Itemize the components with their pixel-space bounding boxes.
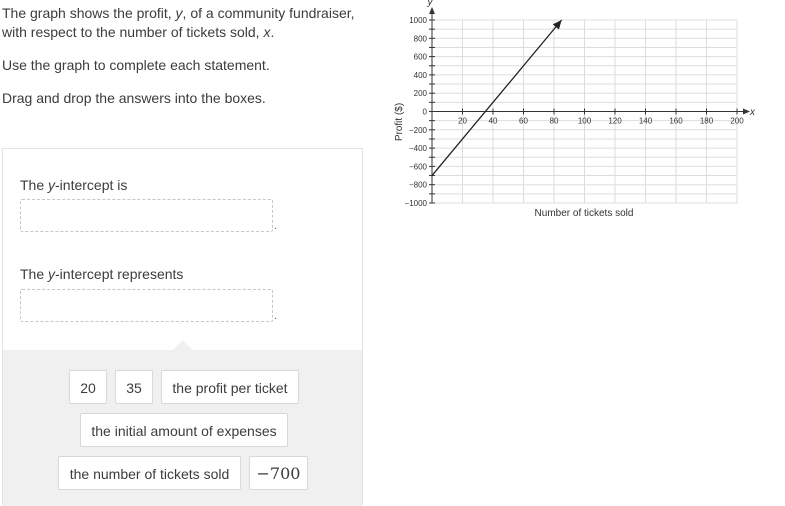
y-tick-label: 1000 (409, 16, 427, 25)
statement-2-period: . (274, 311, 277, 322)
y-axis-variable: y (427, 0, 434, 8)
x-axis-arrow-icon (743, 108, 750, 115)
y-tick-label: 800 (414, 34, 428, 43)
answer-chip-20[interactable]: 20 (69, 370, 107, 404)
profit-graph: 1000 800 600 400 200 0 −200 −400 −600 −800 −1000 20… (394, 0, 756, 219)
x-tick-label: 160 (669, 117, 683, 126)
y-tick-label: 0 (423, 108, 428, 117)
statement-1-label: The y-intercept is (20, 177, 128, 193)
x-tick-label: 20 (458, 117, 467, 126)
y-tick-label: −600 (409, 162, 428, 171)
y-axis-arrow-icon (429, 7, 435, 14)
y-intercept-meaning-dropbox[interactable] (20, 289, 273, 322)
prompt-intro: The graph shows the profit, y, of a comm… (2, 5, 355, 40)
axes (429, 7, 750, 203)
x-tick-label: 200 (730, 117, 744, 126)
prompt-instruction: Use the graph to complete each statement… (2, 57, 270, 73)
y-axis-title: Profit ($) (394, 103, 405, 141)
answer-chip-negative-700[interactable]: −700 (249, 456, 308, 490)
statement-2-label: The y-intercept represents (20, 266, 184, 282)
x-tick-label: 120 (608, 117, 622, 126)
x-tick-label: 140 (639, 117, 653, 126)
profit-line (431, 19, 563, 176)
statement-1-period: . (274, 221, 277, 232)
y-tick-label: 600 (414, 53, 428, 62)
x-tick-label: 80 (550, 117, 559, 126)
tray-pointer (173, 340, 193, 350)
x-tick-label: 100 (578, 117, 592, 126)
y-intercept-value-dropbox[interactable] (20, 199, 273, 232)
prompt-drag-instruction: Drag and drop the answers into the boxes… (2, 90, 266, 106)
y-tick-label: −800 (409, 181, 428, 190)
x-axis-title: Number of tickets sold (535, 208, 634, 219)
y-tick-label: 200 (414, 89, 428, 98)
answer-chip-initial-expenses[interactable]: the initial amount of expenses (80, 413, 288, 447)
x-tick-label: 60 (519, 117, 528, 126)
y-tick-label: −400 (409, 144, 428, 153)
question-prompt: The graph shows the profit, y, of a comm… (2, 4, 372, 122)
answer-chip-number-of-tickets[interactable]: the number of tickets sold (58, 456, 241, 490)
data-series (431, 19, 563, 176)
answer-chip-profit-per-ticket[interactable]: the profit per ticket (161, 370, 299, 404)
y-tick-label: −1000 (405, 199, 428, 208)
y-tick-label: −200 (409, 126, 428, 135)
y-tick-label: 400 (414, 71, 428, 80)
answer-tray: 20 35 the profit per ticket the initial … (3, 340, 362, 506)
x-tick-label: 40 (489, 117, 498, 126)
x-tick-label: 180 (700, 117, 714, 126)
answer-chip-35[interactable]: 35 (115, 370, 153, 404)
drag-drop-panel: The y-intercept is . The y-intercept rep… (2, 148, 363, 506)
x-axis-variable: x (749, 107, 756, 118)
